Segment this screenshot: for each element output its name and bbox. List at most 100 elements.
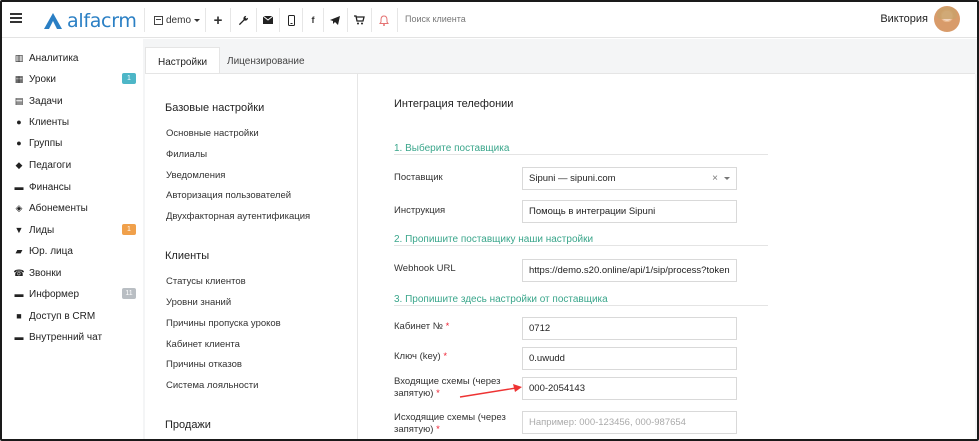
menu-link-knowledge-levels[interactable]: Уровни знаний [166, 297, 231, 308]
menu-link-absence-reasons[interactable]: Причины пропуска уроков [166, 318, 281, 329]
money-icon: ▬ [14, 182, 24, 192]
bell-icon[interactable] [373, 2, 395, 38]
divider [347, 8, 348, 32]
menu-icon[interactable] [10, 13, 22, 23]
telephony-form: Интеграция телефонии 1. Выберите поставщ… [358, 74, 975, 439]
incoming-schemes-field[interactable]: 000-2054143 [522, 377, 737, 400]
sidebar-item-11[interactable]: ▬ Информер 11 [14, 285, 136, 303]
divider [394, 154, 768, 155]
key-label: Ключ (key) * [394, 351, 448, 362]
outgoing-schemes-field[interactable]: Например: 000-123456, 000-987654 [522, 411, 737, 434]
sidebar-item-7[interactable]: ◈ Абонементы [14, 199, 136, 217]
mail-icon[interactable] [258, 2, 278, 38]
telegram-icon[interactable] [325, 2, 345, 38]
sidebar-item-8[interactable]: ▼ Лиды 1 [14, 221, 136, 239]
step-3-heading: 3. Пропишите здесь настройки от поставщи… [394, 294, 608, 305]
provider-select[interactable]: Sipuni — sipuni.com × [522, 167, 737, 190]
user-name[interactable]: Виктория [880, 13, 928, 25]
branch-icon [153, 15, 163, 25]
divider [397, 8, 398, 32]
sidebar-item-label: Уроки [29, 73, 56, 85]
logo-text: alfacrm [67, 10, 137, 32]
sidebar-item-label: Юр. лица [29, 245, 73, 257]
sidebar-item-6[interactable]: ▬ Финансы [14, 178, 136, 196]
menu-link-branches[interactable]: Филиалы [166, 149, 207, 160]
sidebar-item-13[interactable]: ▬ Внутренний чат [14, 328, 136, 346]
cabinet-label: Кабинет № * [394, 321, 450, 332]
lock-icon: ■ [16, 311, 22, 321]
sidebar-item-label: Аналитика [29, 52, 79, 64]
divider [230, 8, 231, 32]
sidebar-item-5[interactable]: ◆ Педагоги [14, 156, 136, 174]
menu-link-2fa[interactable]: Двухфакторная аутентификация [166, 211, 310, 222]
section-title-basic: Базовые настройки [165, 102, 265, 114]
provider-label: Поставщик [394, 172, 443, 183]
sidebar-item-10[interactable]: ☎ Звонки [13, 264, 136, 282]
annotation-arrow-icon [459, 384, 522, 398]
step-1-heading: 1. Выберите поставщика [394, 143, 510, 154]
webhook-label: Webhook URL [394, 263, 456, 274]
facebook-icon[interactable]: f [304, 2, 322, 38]
sidebar-item-3[interactable]: ● Клиенты [14, 113, 136, 131]
main-content: Настройки Лицензирование Базовые настрой… [143, 39, 977, 439]
logo-mark-icon [44, 13, 62, 29]
divider [371, 8, 372, 32]
menu-link-refusal-reasons[interactable]: Причины отказов [166, 359, 242, 370]
menu-link-loyalty[interactable]: Система лояльности [166, 380, 258, 391]
wrench-icon[interactable] [232, 2, 254, 38]
cabinet-field[interactable]: 0712 [522, 317, 737, 340]
cart-icon[interactable] [349, 2, 369, 38]
sidebar-item-12[interactable]: ■ Доступ в CRM [14, 307, 136, 325]
tasks-icon: ▤ [14, 95, 24, 106]
section-title-clients: Клиенты [165, 250, 210, 262]
sidebar-item-label: Группы [29, 137, 63, 149]
branch-label: demo [165, 14, 191, 26]
provider-value: Sipuni — sipuni.com [529, 173, 616, 184]
step-2-heading: 2. Пропишите поставщику наши настройки [394, 234, 594, 245]
clear-icon[interactable]: × [712, 168, 718, 189]
phone-icon[interactable] [281, 2, 301, 38]
search-input[interactable]: Поиск клиента [405, 14, 466, 24]
divider [302, 8, 303, 32]
sidebar-item-label: Педагоги [29, 159, 72, 171]
tag-icon: ◈ [15, 202, 23, 213]
count-badge: 1 [122, 73, 136, 84]
menu-link-client-statuses[interactable]: Статусы клиентов [166, 276, 246, 287]
sidebar-item-label: Внутренний чат [29, 331, 103, 343]
chat-icon: ▬ [14, 332, 24, 342]
sidebar-item-label: Финансы [29, 181, 71, 193]
divider [144, 8, 145, 32]
instruction-label: Инструкция [394, 205, 446, 216]
sidebar: ▥ Аналитика ▦ Уроки 1 ▤ Задачи ● Клиенты ● Группы ◆… [2, 39, 143, 439]
logo[interactable]: alfacrm [42, 10, 137, 32]
sidebar-item-label: Клиенты [29, 116, 70, 128]
avatar[interactable] [934, 6, 960, 32]
sidebar-item-label: Информер [29, 288, 80, 300]
menu-link-notifications[interactable]: Уведомления [166, 170, 225, 181]
branch-selector[interactable]: demo [152, 2, 202, 38]
app-window: alfacrm demo + f Поиск клиента Виктория … [0, 0, 979, 441]
instruction-link[interactable]: Помощь в интеграции Sipuni [522, 200, 737, 223]
sidebar-item-0[interactable]: ▥ Аналитика [14, 49, 136, 67]
user-icon: ● [16, 117, 22, 127]
menu-link-authorization[interactable]: Авторизация пользователей [166, 190, 291, 201]
menu-link-client-cabinet[interactable]: Кабинет клиента [166, 339, 240, 350]
sidebar-item-label: Звонки [29, 267, 62, 279]
webhook-url-field[interactable]: https://demo.s20.online/api/1/sip/proces… [522, 259, 737, 282]
sidebar-item-4[interactable]: ● Группы [14, 134, 136, 152]
sidebar-item-1[interactable]: ▦ Уроки 1 [14, 70, 136, 88]
section-title-sales: Продажи [165, 419, 211, 431]
sidebar-item-label: Задачи [29, 95, 63, 107]
sidebar-item-label: Доступ в CRM [29, 310, 96, 322]
chevron-down-icon [194, 18, 200, 22]
menu-link-main-settings[interactable]: Основные настройки [166, 128, 259, 139]
sidebar-item-label: Лиды [29, 224, 55, 236]
sidebar-item-9[interactable]: ▰ Юр. лица [14, 242, 136, 260]
key-field[interactable]: 0.uwudd [522, 347, 737, 370]
sidebar-item-2[interactable]: ▤ Задачи [14, 92, 136, 110]
plus-icon[interactable]: + [208, 2, 228, 38]
chevron-down-icon[interactable] [724, 177, 730, 180]
divider [323, 8, 324, 32]
divider [205, 8, 206, 32]
count-badge: 1 [122, 224, 136, 235]
